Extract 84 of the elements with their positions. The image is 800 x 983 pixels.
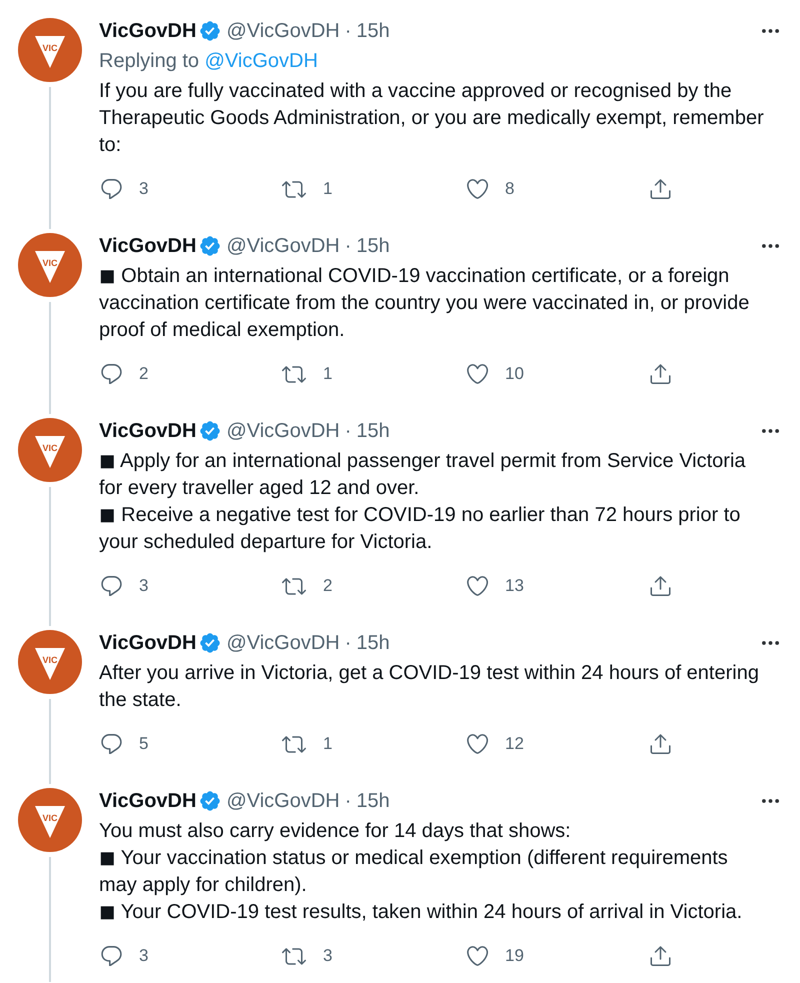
timestamp[interactable]: 15h — [356, 416, 390, 446]
reply-count: 3 — [139, 576, 148, 596]
logo-triangle-icon — [35, 251, 65, 283]
separator-dot: · — [344, 19, 352, 44]
repost-count: 1 — [323, 364, 332, 384]
repost-count: 2 — [323, 576, 332, 596]
author-name[interactable]: VicGovDH — [99, 786, 196, 816]
like-count: 10 — [505, 364, 524, 384]
logo-triangle-icon — [35, 806, 65, 838]
avatar-logo-text: VIC — [42, 656, 58, 665]
upload-arrow-icon[interactable] — [650, 364, 671, 384]
author-handle[interactable]: @VicGovDH — [226, 231, 340, 261]
heart-icon[interactable] — [467, 576, 488, 596]
author-handle[interactable]: @VicGovDH — [226, 786, 340, 816]
replying-to-text: Replying to @VicGovDH — [99, 49, 319, 74]
separator-dot: · — [344, 789, 352, 814]
timestamp[interactable]: 15h — [356, 786, 390, 816]
speech-bubble-icon[interactable] — [101, 364, 122, 384]
tweet-text: ◼ Apply for an international passenger travel permit from Service Victoria for every traveller aged 12 and over. — [99, 449, 747, 501]
heart-icon[interactable] — [467, 179, 488, 199]
avatar-logo-text: VIC — [42, 814, 58, 823]
timestamp[interactable]: 15h — [356, 628, 390, 658]
avatar[interactable]: VIC — [18, 788, 82, 852]
heart-icon[interactable] — [467, 946, 488, 966]
speech-bubble-icon[interactable] — [101, 734, 122, 754]
tweet-text: After you arrive in Victoria, get a COVID-19 test within 24 hours of entering the state. — [99, 661, 760, 713]
repost-count: 3 — [323, 946, 332, 966]
tweet-text: ◼ Obtain an international COVID-19 vaccination certificate, or a foreign vaccination certificate from the country you were vaccinated in, or provide proof of medical exemption. — [99, 264, 750, 343]
logo-triangle-icon — [35, 436, 65, 468]
timestamp[interactable]: 15h — [356, 16, 390, 46]
cycle-arrows-icon[interactable] — [282, 180, 306, 198]
like-count: 12 — [505, 734, 524, 754]
cycle-arrows-icon[interactable] — [282, 948, 306, 964]
avatar[interactable]: VIC — [18, 630, 82, 694]
tweet-text: ◼ Receive a negative test for COVID-19 no earlier than 72 hours prior to your scheduled departure for Victoria. — [99, 503, 742, 555]
speech-bubble-icon[interactable] — [101, 576, 122, 596]
heart-icon[interactable] — [467, 734, 488, 754]
upload-arrow-icon[interactable] — [650, 946, 671, 966]
upload-arrow-icon[interactable] — [650, 576, 671, 596]
avatar-logo-text: VIC — [42, 259, 58, 268]
logo-triangle-icon — [35, 648, 65, 680]
reply-count: 3 — [139, 179, 148, 199]
upload-arrow-icon[interactable] — [650, 734, 671, 754]
three-dots-icon[interactable] — [762, 29, 779, 33]
cycle-arrows-icon[interactable] — [282, 578, 306, 594]
author-handle[interactable]: @VicGovDH — [226, 16, 340, 46]
like-count: 13 — [505, 576, 524, 596]
upload-arrow-icon[interactable] — [650, 179, 671, 199]
avatar-logo-text: VIC — [42, 444, 58, 453]
three-dots-icon[interactable] — [762, 429, 779, 433]
separator-dot: · — [344, 234, 352, 259]
author-name[interactable]: VicGovDH — [99, 628, 196, 658]
timestamp[interactable]: 15h — [356, 231, 390, 261]
tweet-text: If you are fully vaccinated with a vaccine approved or recognised by the Therapeutic Goods Administration, or you are medically exempt, remember to: — [99, 79, 765, 158]
avatar[interactable]: VIC — [18, 18, 82, 82]
like-count: 8 — [505, 179, 514, 199]
speech-bubble-icon[interactable] — [101, 946, 122, 966]
avatar[interactable]: VIC — [18, 233, 82, 297]
three-dots-icon[interactable] — [762, 641, 779, 645]
three-dots-icon[interactable] — [762, 799, 779, 803]
reply-count: 3 — [139, 946, 148, 966]
reply-count: 5 — [139, 734, 148, 754]
tweet-text: ◼ Your vaccination status or medical exemption (different requirements may apply for children). — [99, 846, 729, 898]
author-name[interactable]: VicGovDH — [99, 16, 196, 46]
separator-dot: · — [344, 419, 352, 444]
cycle-arrows-icon[interactable] — [282, 366, 306, 382]
three-dots-icon[interactable] — [762, 244, 779, 248]
author-name[interactable]: VicGovDH — [99, 231, 196, 261]
logo-triangle-icon — [35, 36, 65, 68]
avatar-logo-text: VIC — [42, 44, 58, 53]
avatar[interactable]: VIC — [18, 418, 82, 482]
author-handle[interactable]: @VicGovDH — [226, 628, 340, 658]
cycle-arrows-icon[interactable] — [282, 736, 306, 752]
author-name[interactable]: VicGovDH — [99, 416, 196, 446]
like-count: 19 — [505, 946, 524, 966]
tweet-text: You must also carry evidence for 14 days that shows: — [99, 819, 572, 844]
speech-bubble-icon[interactable] — [101, 179, 122, 199]
repost-count: 1 — [323, 179, 332, 199]
heart-icon[interactable] — [467, 364, 488, 384]
tweet-text: ◼ Your COVID-19 test results, taken within 24 hours of arrival in Victoria. — [99, 900, 744, 925]
separator-dot: · — [344, 631, 352, 656]
repost-count: 1 — [323, 734, 332, 754]
reply-count: 2 — [139, 364, 148, 384]
author-handle[interactable]: @VicGovDH — [226, 416, 340, 446]
